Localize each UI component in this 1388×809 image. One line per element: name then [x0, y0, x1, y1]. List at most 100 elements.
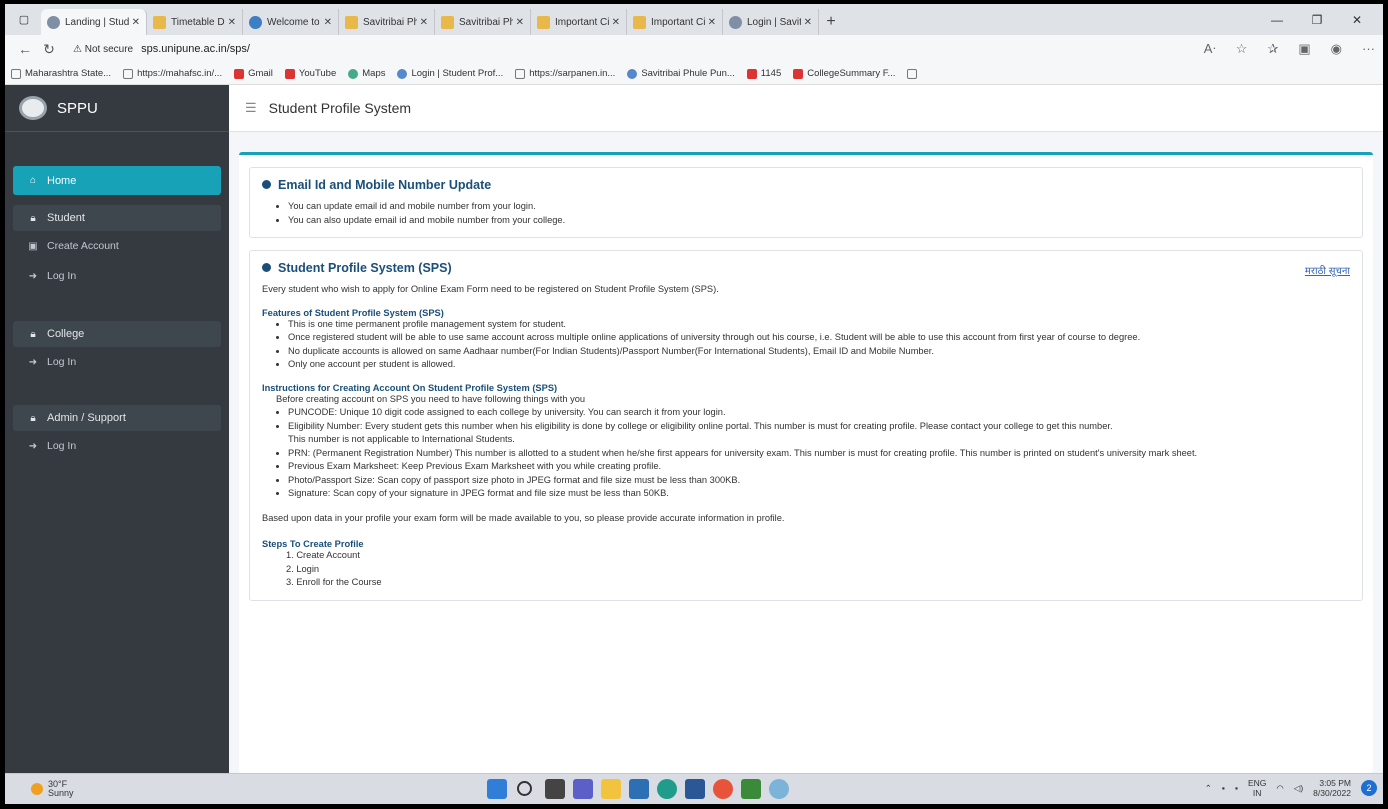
close-tab-icon[interactable]: ✕: [132, 17, 140, 28]
clock[interactable]: 3:05 PM 8/30/2022: [1313, 778, 1351, 798]
browser-tab[interactable]: Landing | Studen✕: [41, 9, 147, 35]
notification-badge[interactable]: 2: [1361, 780, 1377, 796]
file-explorer-icon[interactable]: [601, 779, 621, 799]
browser-tab[interactable]: Savitribai Phule P✕: [435, 9, 531, 35]
globe-icon: [627, 68, 638, 79]
close-tab-icon[interactable]: ✕: [324, 17, 332, 28]
close-tab-icon[interactable]: ✕: [228, 17, 236, 28]
language-code: ENG: [1247, 778, 1267, 788]
favorite-star-icon[interactable]: ☆: [1236, 41, 1248, 57]
close-tab-icon[interactable]: ✕: [708, 17, 716, 28]
new-tab-button[interactable]: +: [819, 9, 843, 35]
close-tab-icon[interactable]: ✕: [516, 17, 524, 28]
sps-title: Student Profile System (SPS): [278, 261, 452, 275]
close-tab-icon[interactable]: ✕: [804, 17, 812, 28]
minimize-icon[interactable]: —: [1257, 4, 1297, 35]
chat-icon[interactable]: [573, 779, 593, 799]
wifi-icon[interactable]: ◠: [1276, 783, 1283, 793]
browser-tab[interactable]: Welcome to Savit✕: [243, 9, 339, 35]
pdf-icon: [793, 68, 804, 79]
sidebar-item-student-login[interactable]: ➜ Log In: [5, 261, 229, 291]
browser-tab[interactable]: Timetable DCT/S/✕: [147, 9, 243, 35]
sidebar-header-student: 🔒︎ Student: [13, 205, 221, 231]
bookmark-item[interactable]: [907, 68, 918, 79]
read-aloud-icon[interactable]: Aᐧ: [1204, 41, 1216, 57]
bookmark-item[interactable]: YouTube: [284, 68, 337, 79]
browser-tab[interactable]: Login | Savitribai✕: [723, 9, 819, 35]
bookmark-label: Login | Student Prof...: [411, 68, 504, 79]
browser-tab[interactable]: Important Circul✕: [531, 9, 627, 35]
sidebar-item-college-login[interactable]: ➜ Log In: [5, 347, 229, 377]
search-icon[interactable]: [517, 781, 532, 796]
bookmark-item[interactable]: Maps: [348, 68, 385, 79]
mail-icon[interactable]: [685, 779, 705, 799]
bookmark-label: Maharashtra State...: [25, 68, 112, 79]
clock-time: 3:05 PM: [1319, 778, 1351, 788]
tray-app-icon[interactable]: ▪: [1235, 783, 1238, 793]
lock-icon: 🔒︎: [30, 328, 36, 340]
start-windows-icon[interactable]: [487, 779, 507, 799]
app-icon[interactable]: [769, 779, 789, 799]
bookmark-item[interactable]: https://sarpanen.in...: [515, 68, 615, 79]
profile-icon[interactable]: ◉: [1331, 41, 1342, 57]
weather-widget[interactable]: 30°F Sunny: [5, 780, 74, 798]
reload-icon[interactable]: ↻: [37, 41, 61, 58]
chevron-up-icon[interactable]: ⌃: [1205, 783, 1212, 793]
bookmark-label: https://mahafsc.in/...: [137, 68, 223, 79]
not-secure-badge[interactable]: ⚠ Not secure: [73, 44, 133, 55]
store-icon[interactable]: [629, 779, 649, 799]
favorites-icon[interactable]: ✰: [1267, 41, 1278, 57]
bookmark-item[interactable]: Gmail: [234, 68, 273, 79]
task-view-icon[interactable]: [545, 779, 565, 799]
list-item: No duplicate accounts is allowed on same…: [288, 345, 1350, 359]
close-tab-icon[interactable]: ✕: [420, 17, 428, 28]
url-field[interactable]: sps.unipune.ac.in/sps/: [141, 43, 250, 55]
lock-icon: 🔒︎: [30, 212, 36, 224]
app-icon[interactable]: [741, 779, 761, 799]
app-icon[interactable]: [713, 779, 733, 799]
bookmark-label: YouTube: [298, 68, 337, 79]
more-menu-icon[interactable]: ···: [1362, 41, 1375, 57]
maximize-icon[interactable]: ❐: [1297, 4, 1337, 35]
bookmark-item[interactable]: Maharashtra State...: [11, 68, 111, 79]
bookmark-item[interactable]: https://mahafsc.in/...: [123, 68, 222, 79]
login-icon: ➜: [28, 270, 38, 282]
page-icon: [11, 68, 21, 79]
bookmark-item[interactable]: Savitribai Phule Pun...: [627, 68, 735, 79]
sidebar-item-label: Log In: [47, 270, 77, 282]
bookmark-item[interactable]: CollegeSummary F...: [793, 68, 895, 79]
list-item: Photo/Passport Size: Scan copy of passpo…: [288, 474, 1350, 488]
sidebar: SPPU ⌂ Home 🔒︎ Student ▣ Create Account ➜ Lo…: [5, 85, 229, 773]
edge-browser-icon[interactable]: [657, 779, 677, 799]
volume-icon[interactable]: ◁): [1294, 783, 1303, 793]
window-menu-icon[interactable]: ▢: [11, 7, 37, 33]
language-indicator[interactable]: ENG IN: [1248, 778, 1266, 798]
close-tab-icon[interactable]: ✕: [612, 17, 620, 28]
tray-app-icon[interactable]: ▪: [1222, 783, 1225, 793]
sidebar-item-create-account[interactable]: ▣ Create Account: [5, 231, 229, 261]
collections-icon[interactable]: ▣: [1298, 41, 1310, 57]
browser-tab[interactable]: Important Circul✕: [627, 9, 723, 35]
sppu-logo-icon: [19, 96, 47, 120]
content-card: Email Id and Mobile Number Update You ca…: [239, 152, 1373, 773]
list-item: You can also update email id and mobile …: [288, 214, 1350, 228]
bookmark-item[interactable]: 1145: [746, 68, 781, 79]
menu-toggle-icon[interactable]: ☰: [245, 100, 257, 116]
tab-title: Login | Savitribai: [747, 16, 801, 28]
browser-tab[interactable]: Savitribai Phule P✕: [339, 9, 435, 35]
list-item: 3. Enroll for the Course: [286, 577, 382, 587]
bookmark-item[interactable]: Login | Student Prof...: [397, 68, 503, 79]
brand[interactable]: SPPU: [5, 85, 229, 132]
sidebar-header-college: 🔒︎ College: [13, 321, 221, 347]
system-tray: ⌃ ▪ ▪ ENG IN ◠ ◁) 3:05 PM 8/30/2022 2: [1205, 778, 1377, 798]
email-update-box: Email Id and Mobile Number Update You ca…: [249, 167, 1363, 238]
address-bar: ← ↻ ⚠ Not secure sps.unipune.ac.in/sps/ …: [5, 35, 1383, 63]
back-arrow-icon[interactable]: ←: [13, 41, 37, 57]
gmail-icon: [234, 68, 245, 79]
close-window-icon[interactable]: ✕: [1337, 4, 1377, 35]
marathi-instructions-link[interactable]: मराठी सूचना: [1305, 263, 1350, 277]
bookmark-label: Maps: [362, 68, 386, 79]
sidebar-item-home[interactable]: ⌂ Home: [13, 166, 221, 195]
sidebar-item-admin-login[interactable]: ➜ Log In: [5, 431, 229, 461]
tab-strip: ▢ Landing | Studen✕ Timetable DCT/S/✕ We…: [5, 4, 1383, 35]
